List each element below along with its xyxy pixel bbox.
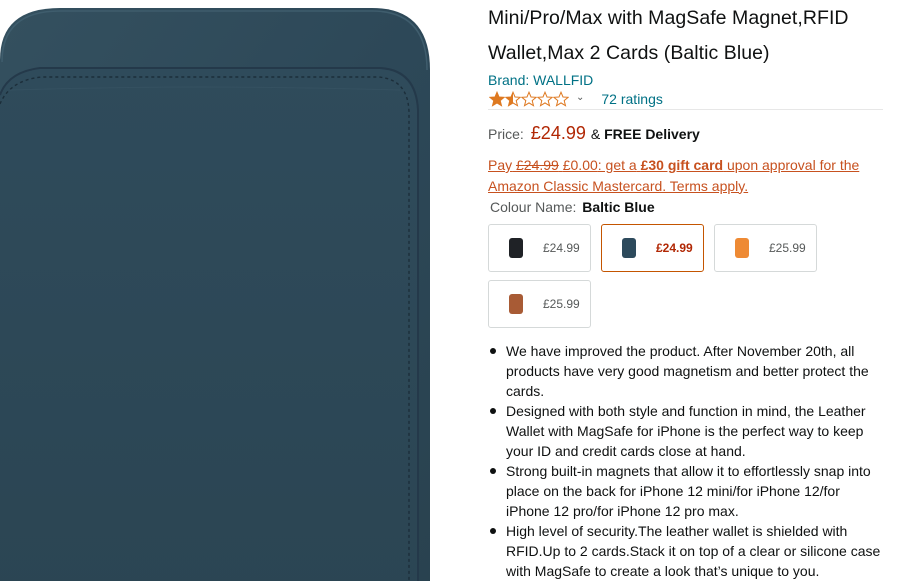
swatch-baltic-blue[interactable]: £24.99 <box>601 224 704 272</box>
free-delivery-label: FREE Delivery <box>604 126 700 142</box>
price-row: Price: £24.99 & FREE Delivery <box>488 123 884 147</box>
promo-old-price: £24.99 <box>516 157 559 173</box>
swatch-thumb <box>622 238 636 258</box>
star-icon <box>505 90 521 107</box>
swatch-thumb <box>735 238 749 258</box>
swatch-black[interactable]: £24.99 <box>488 224 591 272</box>
bullet-dot <box>490 408 496 414</box>
swatch-thumb <box>509 294 523 314</box>
feature-bullet-text: We have improved the product. After Nove… <box>506 343 869 399</box>
feature-bullet-text: Designed with both style and function in… <box>506 403 866 459</box>
swatch-price: £25.99 <box>769 241 806 255</box>
feature-bullets: We have improved the product. After Nove… <box>488 341 884 581</box>
credit-card-promo-link[interactable]: Pay £24.99 £0.00: get a £30 gift card up… <box>488 155 880 196</box>
promo-pay: Pay <box>488 157 513 173</box>
delivery-info: & FREE Delivery <box>591 126 700 142</box>
swatch-price: £25.99 <box>543 297 580 311</box>
price-label: Price: <box>488 126 524 142</box>
bullet-dot <box>490 468 496 474</box>
delivery-separator: & <box>590 126 601 142</box>
feature-bullet: High level of security.The leather walle… <box>488 521 884 581</box>
product-title-line2: Wallet,Max 2 Cards (Baltic Blue) <box>488 41 770 64</box>
star-rating[interactable] <box>489 90 569 107</box>
product-title: Mini/Pro/Max with MagSafe Magnet,RFID Wa… <box>488 1 884 70</box>
product-image[interactable] <box>0 0 432 581</box>
colour-swatches: £24.99 £24.99 £25.99 £25.99 <box>488 224 818 328</box>
feature-bullet: We have improved the product. After Nove… <box>488 341 884 401</box>
swatch-brown[interactable]: £25.99 <box>488 280 591 328</box>
product-info: Mini/Pro/Max with MagSafe Magnet,RFID Wa… <box>488 0 884 581</box>
feature-bullet: Strong built-in magnets that allow it to… <box>488 461 884 521</box>
swatch-orange[interactable]: £25.99 <box>714 224 817 272</box>
star-icon <box>489 90 505 107</box>
promo-gift-card: £30 gift card <box>640 157 724 173</box>
colour-name: Colour Name: Baltic Blue <box>490 197 884 217</box>
swatch-price: £24.99 <box>656 241 693 255</box>
promo-text-a: : get a <box>597 157 637 173</box>
star-icon <box>521 90 537 107</box>
swatch-thumb <box>509 238 523 258</box>
rating-row: ⌄ 72 ratings <box>488 90 883 110</box>
colour-value: Baltic Blue <box>582 199 655 215</box>
product-title-line1: Mini/Pro/Max with MagSafe Magnet,RFID <box>488 7 849 29</box>
bullet-dot <box>490 348 496 354</box>
star-icon <box>553 90 569 107</box>
swatch-price: £24.99 <box>543 241 580 255</box>
chevron-down-icon[interactable]: ⌄ <box>576 92 584 103</box>
star-icon <box>537 90 553 107</box>
feature-bullet-text: High level of security.The leather walle… <box>506 523 881 579</box>
wallet-image <box>0 8 430 581</box>
bullet-dot <box>490 528 496 534</box>
ratings-count-link[interactable]: 72 ratings <box>601 91 662 107</box>
colour-label: Colour Name: <box>490 199 577 215</box>
feature-bullet-text: Strong built-in magnets that allow it to… <box>506 463 871 519</box>
price-value: £24.99 <box>530 123 586 143</box>
promo-new-price: £0.00 <box>562 157 598 173</box>
brand-link[interactable]: Brand: WALLFID <box>488 71 884 90</box>
feature-bullet: Designed with both style and function in… <box>488 401 884 461</box>
